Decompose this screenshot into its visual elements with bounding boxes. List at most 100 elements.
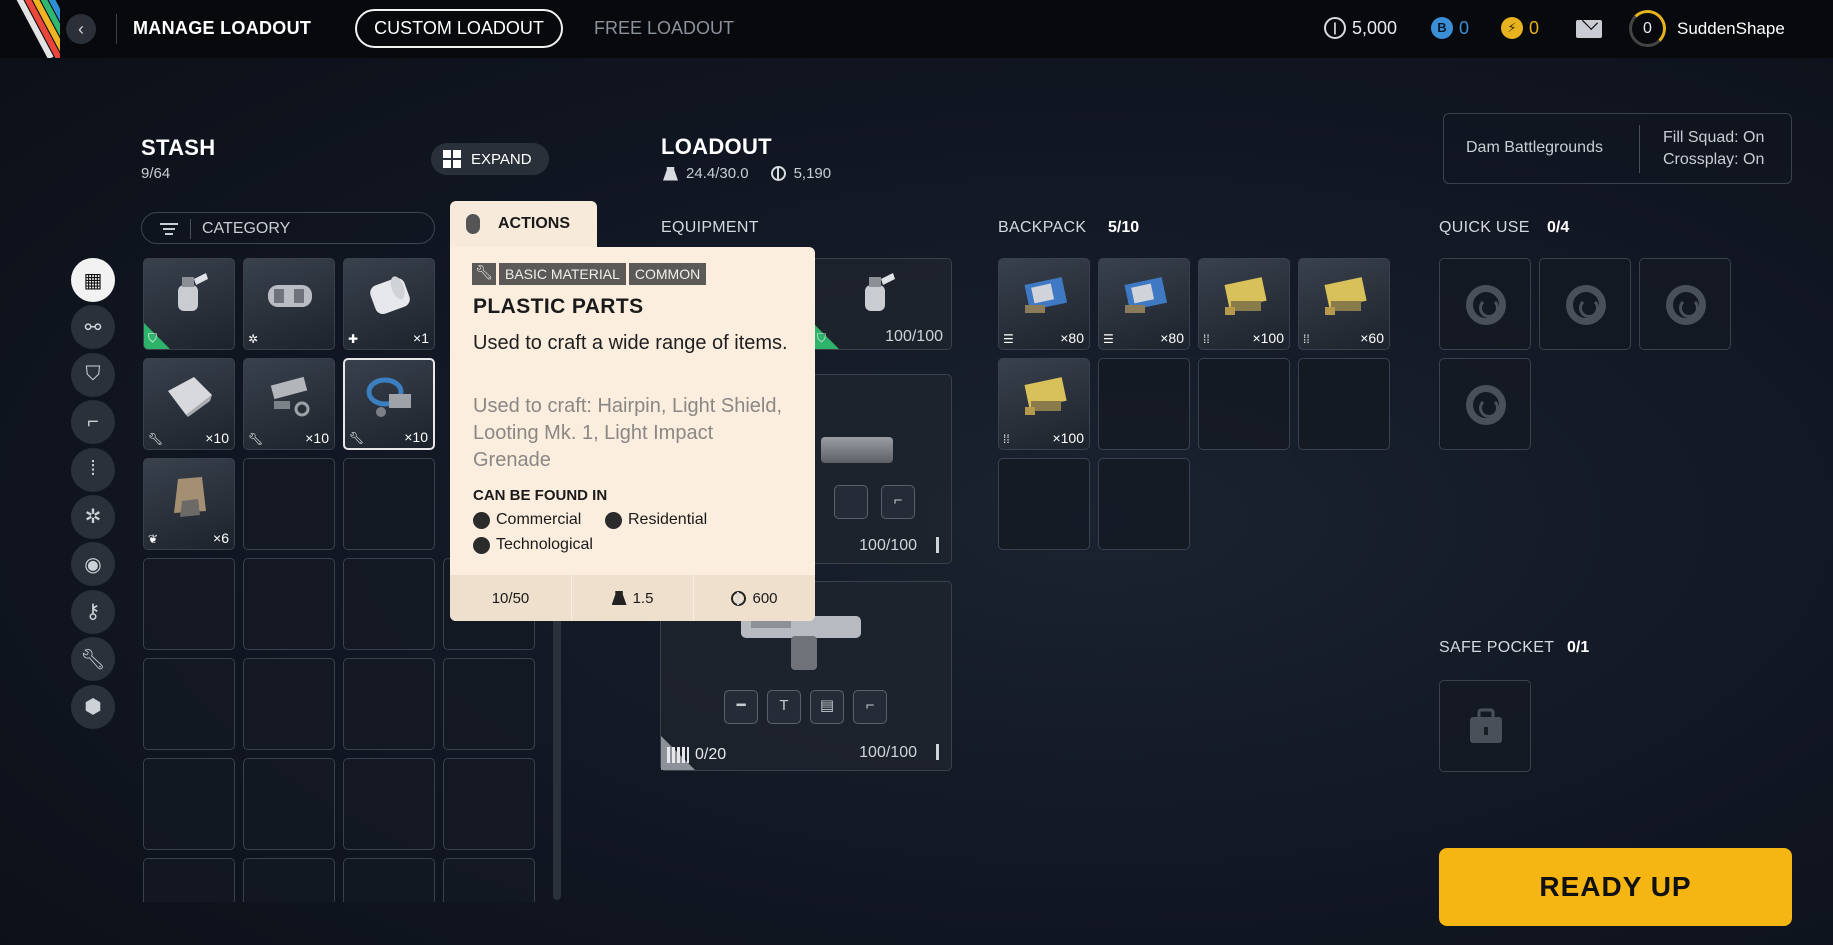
safe-pocket-label: SAFE POCKET bbox=[1439, 639, 1555, 656]
stash-slot-empty[interactable] bbox=[143, 858, 235, 902]
weapon-icon[interactable]: ⌐ bbox=[71, 400, 115, 445]
chevron-left-icon: ‹ bbox=[78, 19, 84, 39]
stash-slot-empty[interactable] bbox=[243, 658, 335, 750]
stash-count: 9/64 bbox=[141, 165, 171, 182]
item-quantity: ×60 bbox=[1360, 330, 1384, 346]
stash-slot-empty[interactable] bbox=[343, 658, 435, 750]
mods-icon[interactable]: ✲ bbox=[71, 494, 115, 539]
stash-slot-empty[interactable] bbox=[443, 658, 535, 750]
attachment-slot[interactable]: ⌐ bbox=[881, 485, 915, 519]
quick-use-slot[interactable] bbox=[1639, 258, 1731, 350]
loadout-weight: 24.4/30.0 bbox=[686, 165, 749, 182]
backpack-slot-empty[interactable] bbox=[1298, 358, 1390, 450]
tab-custom-loadout[interactable]: CUSTOM LOADOUT bbox=[355, 9, 563, 48]
stash-slot-empty[interactable] bbox=[443, 858, 535, 902]
fill-squad-status: Fill Squad: On bbox=[1663, 129, 1765, 146]
stash-slot-empty[interactable] bbox=[143, 758, 235, 850]
underbarrel-slot[interactable]: T bbox=[767, 690, 801, 724]
backpack-slot[interactable]: ⁞⁞ ×100 bbox=[998, 358, 1090, 450]
stash-slot-empty[interactable] bbox=[243, 858, 335, 902]
quick-use-slot[interactable] bbox=[1439, 258, 1531, 350]
augment-durability: 100/100 bbox=[885, 328, 943, 345]
backpack-count: 5/10 bbox=[1108, 219, 1140, 236]
stash-slot-empty[interactable] bbox=[143, 558, 235, 650]
backpack-label: BACKPACK bbox=[998, 219, 1087, 236]
stash-slot[interactable]: ⛉ bbox=[143, 258, 235, 350]
quick-use-slot[interactable] bbox=[1439, 358, 1531, 450]
weapon2-ammo: 0/20 bbox=[695, 746, 727, 763]
backpack-slot[interactable]: ☰ ×80 bbox=[998, 258, 1090, 350]
blue-token-icon: B bbox=[1431, 17, 1453, 39]
item-tooltip: 🔧︎ BASIC MATERIAL COMMON PLASTIC PARTS U… bbox=[450, 247, 815, 621]
stash-slot-empty[interactable] bbox=[243, 758, 335, 850]
augment-icon[interactable]: ⚯ bbox=[71, 305, 115, 350]
stash-slot-empty[interactable] bbox=[243, 558, 335, 650]
stash-slot-empty[interactable] bbox=[443, 758, 535, 850]
category-filter[interactable]: CATEGORY bbox=[141, 212, 435, 244]
wrench-tag-icon: 🔧︎ bbox=[349, 431, 365, 445]
stash-slot[interactable]: 🔧︎ ×10 bbox=[243, 358, 335, 450]
quick-use-icon bbox=[1466, 285, 1506, 325]
bandage-icon bbox=[370, 276, 410, 314]
ammo-icon[interactable]: ⁞ bbox=[71, 447, 115, 492]
backpack-slot[interactable]: ⁞⁞ ×100 bbox=[1198, 258, 1290, 350]
gear-tag-icon: ✲ bbox=[248, 332, 259, 346]
item-quantity: ×10 bbox=[404, 429, 428, 445]
stash-slot-empty[interactable] bbox=[343, 858, 435, 902]
item-quantity: ×100 bbox=[1052, 430, 1084, 446]
expand-button[interactable]: EXPAND bbox=[431, 143, 549, 175]
stash-slot[interactable]: ❦ ×6 bbox=[143, 458, 235, 550]
shield-icon[interactable]: ⛉ bbox=[71, 352, 115, 397]
backpack-slot-empty[interactable] bbox=[1198, 358, 1290, 450]
ammo-icon bbox=[667, 747, 689, 763]
stash-slot[interactable]: ✲ bbox=[243, 258, 335, 350]
weight-icon bbox=[663, 166, 678, 181]
all-items-icon[interactable]: ▦ bbox=[71, 258, 115, 302]
equipment-label: EQUIPMENT bbox=[661, 219, 759, 236]
raid-settings[interactable]: Dam Battlegrounds Fill Squad: On Crosspl… bbox=[1443, 113, 1792, 184]
quick-use-slot[interactable] bbox=[1539, 258, 1631, 350]
filter-icon bbox=[160, 223, 178, 238]
username[interactable]: SuddenShape bbox=[1677, 19, 1785, 39]
location-technological: Technological bbox=[473, 536, 593, 554]
mail-icon[interactable] bbox=[1576, 20, 1602, 38]
attachment-slot[interactable] bbox=[834, 485, 868, 519]
safe-pocket-slot[interactable] bbox=[1439, 680, 1531, 772]
stash-slot-empty[interactable] bbox=[143, 658, 235, 750]
light-ammo-icon bbox=[1024, 277, 1068, 313]
stash-slot-selected[interactable]: 🔧︎ ×10 bbox=[343, 358, 435, 450]
stash-slot-empty[interactable] bbox=[343, 458, 435, 550]
stash-slot-empty[interactable] bbox=[343, 558, 435, 650]
item-weight: 1.5 bbox=[571, 575, 693, 621]
backpack-slot-empty[interactable] bbox=[1098, 358, 1190, 450]
player-level[interactable]: 0 bbox=[1629, 10, 1666, 47]
ammo-tag-icon: ⁞⁞ bbox=[1003, 432, 1010, 446]
stash-slot-empty[interactable] bbox=[343, 758, 435, 850]
backpack-slot-empty[interactable] bbox=[998, 458, 1090, 550]
tab-free-loadout[interactable]: FREE LOADOUT bbox=[594, 18, 734, 39]
stash-slot[interactable]: 🔧︎ ×10 bbox=[143, 358, 235, 450]
actions-tab[interactable]: ACTIONS bbox=[450, 201, 597, 247]
shield-tag-icon: ⛉ bbox=[817, 331, 827, 345]
muzzle-slot[interactable]: ━ bbox=[724, 690, 758, 724]
backpack-slot-empty[interactable] bbox=[1098, 458, 1190, 550]
page-title: MANAGE LOADOUT bbox=[133, 18, 312, 38]
found-in-label: CAN BE FOUND IN bbox=[473, 487, 608, 504]
magazine-slot[interactable]: ▤ bbox=[810, 690, 844, 724]
stash-slot-empty[interactable] bbox=[243, 458, 335, 550]
item-stats: 10/50 1.5 600 bbox=[450, 575, 815, 621]
back-button[interactable]: ‹ bbox=[66, 14, 96, 44]
quick-use-icon[interactable]: ◉ bbox=[71, 542, 115, 587]
keys-icon[interactable]: ⚷ bbox=[71, 589, 115, 634]
crafting-icon[interactable]: 🔧︎ bbox=[71, 637, 115, 682]
backpack-slot[interactable]: ☰ ×80 bbox=[1098, 258, 1190, 350]
ready-up-button[interactable]: READY UP bbox=[1439, 848, 1792, 926]
gold-token-icon: ⚡ bbox=[1501, 17, 1523, 39]
misc-icon[interactable]: ⬢ bbox=[71, 684, 115, 729]
stash-slot[interactable]: ✚ ×1 bbox=[343, 258, 435, 350]
backpack-slot[interactable]: ⁞⁞ ×60 bbox=[1298, 258, 1390, 350]
sack-icon bbox=[174, 477, 206, 517]
grenade-icon bbox=[178, 273, 208, 311]
canister-icon bbox=[268, 285, 312, 307]
stock-slot[interactable]: ⌐ bbox=[853, 690, 887, 724]
